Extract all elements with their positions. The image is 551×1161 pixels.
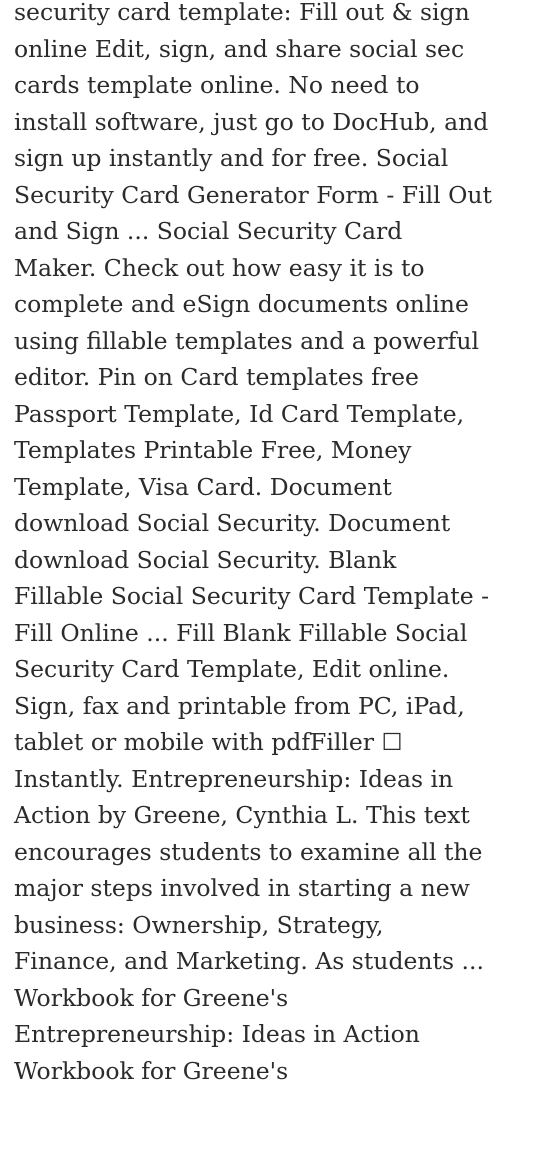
text-line: Action by Greene, Cynthia L. This text [14, 801, 470, 829]
text-line: Instantly. Entrepreneurship: Ideas in [14, 764, 454, 793]
text-line: Templates Printable Free, Money [14, 436, 412, 464]
text-line: security card template: Fill out & sign [14, 0, 470, 26]
article-text: security card template: Fill out & sign … [14, 0, 548, 1089]
text-line: major steps involved in starting a new [14, 874, 470, 902]
text-line: Workbook for Greene's [14, 983, 289, 1012]
page: security card template: Fill out & sign … [0, 0, 551, 1161]
text-line: online Edit, sign, and share social sec [14, 34, 465, 63]
text-line: editor. Pin on Card templates free [14, 363, 419, 391]
text-line: Fill Online ... Fill Blank Fillable Soci… [14, 618, 468, 647]
text-line: encourages students to examine all the [14, 837, 483, 866]
text-line: download Social Security. Document [14, 509, 451, 537]
text-line: using fillable templates and a powerful [14, 326, 480, 355]
text-line: Template, Visa Card. Document [14, 472, 392, 501]
text-line: Security Card Generator Form - Fill Out [14, 180, 492, 209]
text-line: cards template online. No need to [14, 71, 420, 99]
text-line: Passport Template, Id Card Template, [14, 399, 465, 428]
text-line: tablet or mobile with pdfFiller ☐ [14, 728, 403, 756]
text-line: Workbook for Greene's [14, 1056, 289, 1085]
text-line: Finance, and Marketing. As students ... [14, 947, 484, 975]
text-line: Security Card Template, Edit online. [14, 655, 450, 683]
text-line: Fillable Social Security Card Template - [14, 582, 490, 610]
text-line: business: Ownership, Strategy, [14, 910, 384, 939]
text-line: install software, just go to DocHub, and [14, 107, 489, 136]
text-line: and Sign ... Social Security Card [14, 217, 403, 245]
text-line: Sign, fax and printable from PC, iPad, [14, 691, 465, 720]
text-line: complete and eSign documents online [14, 290, 469, 318]
text-line: download Social Security. Blank [14, 545, 397, 574]
text-line: sign up instantly and for free. Social [14, 144, 449, 172]
text-line: Maker. Check out how easy it is to [14, 253, 425, 282]
text-line: Entrepreneurship: Ideas in Action [14, 1020, 420, 1048]
